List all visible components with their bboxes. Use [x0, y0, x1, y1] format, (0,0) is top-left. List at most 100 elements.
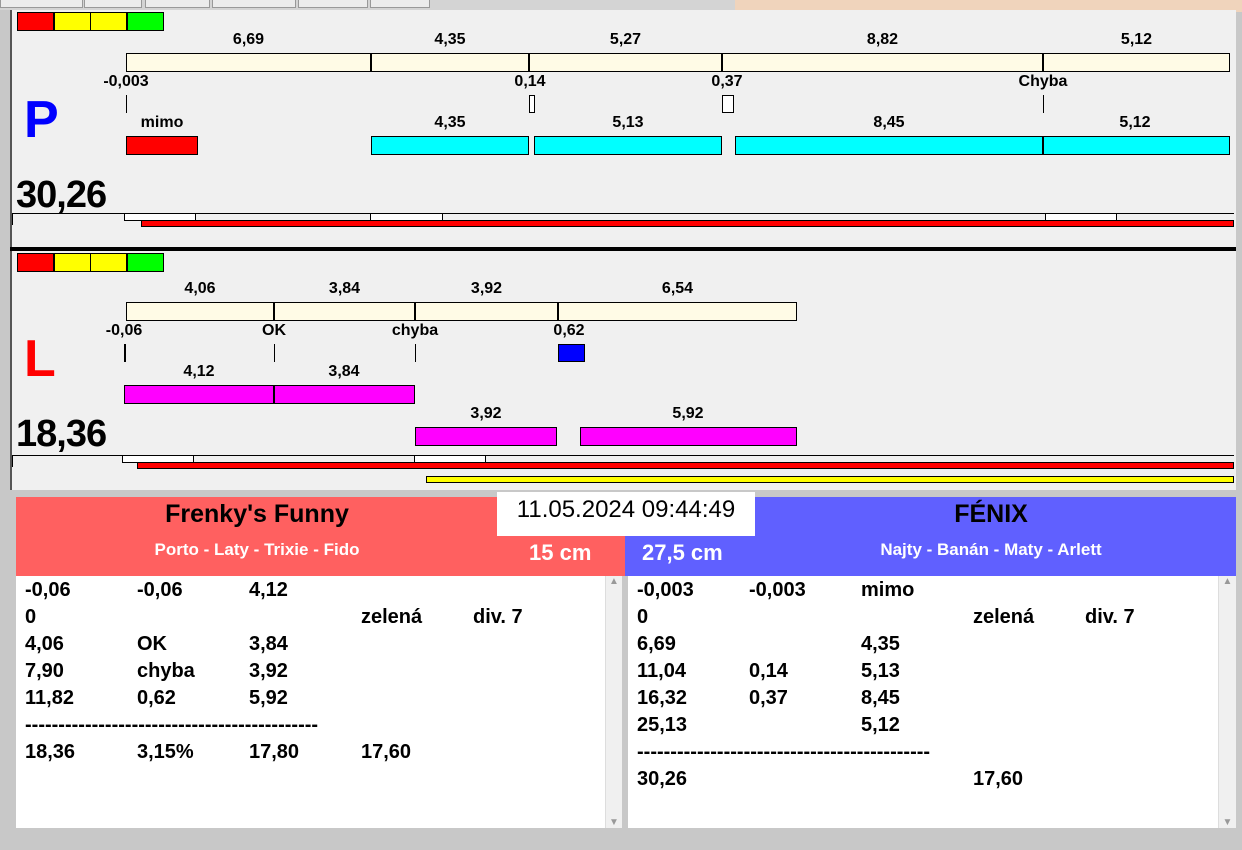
- result-cell: 16,32: [637, 687, 688, 709]
- result-cell: -0,06: [25, 579, 71, 601]
- result-cell: -0,003: [637, 579, 694, 601]
- left-team-height: 15 cm: [529, 540, 592, 565]
- result-bar: [126, 136, 198, 155]
- result-label: 3,84: [328, 363, 360, 380]
- tab[interactable]: [212, 0, 296, 8]
- scroll-up-icon[interactable]: ▲: [606, 576, 622, 587]
- time-segment: [126, 302, 274, 321]
- status-light-green: [126, 253, 164, 272]
- result-cell: div. 7: [1085, 606, 1135, 628]
- result-bar: [1043, 136, 1230, 155]
- left-team-name: Frenky's Funny: [165, 500, 349, 528]
- right-scrollbar[interactable]: ▲ ▼: [1218, 576, 1236, 828]
- result-row: 11,82 0,62 5,92: [25, 687, 585, 711]
- tab[interactable]: [370, 0, 430, 8]
- result-cell: 30,26: [637, 768, 688, 790]
- result-cell: 8,45: [861, 687, 900, 709]
- result-cell: 0,62: [137, 687, 176, 709]
- result-label: 3,92: [470, 405, 502, 422]
- scroll-up-icon[interactable]: ▲: [1219, 576, 1236, 587]
- result-row: 4,06 OK 3,84: [25, 633, 585, 657]
- result-cell: 4,12: [249, 579, 288, 601]
- marker-label: 0,37: [711, 73, 743, 90]
- result-cell: 17,80: [249, 741, 300, 763]
- result-cell: 6,69: [637, 633, 676, 655]
- result-row: 11,04 0,14 5,13: [637, 660, 1197, 684]
- result-cell: ----------------------------------------…: [637, 741, 931, 763]
- segment-label: 3,84: [328, 280, 361, 297]
- tab[interactable]: [0, 0, 83, 8]
- result-label: 5,12: [1119, 114, 1151, 131]
- result-cell: zelená: [973, 606, 1035, 628]
- total-time: 30,26: [16, 174, 107, 216]
- result-row: 30,26 17,60: [637, 768, 1197, 792]
- result-row: 18,36 3,15% 17,80 17,60: [25, 741, 585, 765]
- result-label: 4,35: [434, 114, 466, 131]
- segment-label: 8,82: [866, 31, 899, 48]
- marker-box: [722, 95, 734, 113]
- result-cell: -0,06: [137, 579, 183, 601]
- segment-label: 4,35: [434, 31, 466, 48]
- result-row: 16,32 0,37 8,45: [637, 687, 1197, 711]
- status-light-red: [17, 253, 54, 272]
- marker-label: -0,06: [105, 322, 143, 339]
- left-scrollbar[interactable]: ▲ ▼: [605, 576, 622, 828]
- result-label: 8,45: [873, 114, 905, 131]
- status-light-yellow: [90, 12, 127, 31]
- status-light-yellow: [90, 253, 127, 272]
- time-segment: [415, 302, 558, 321]
- total-time: 18,36: [16, 413, 107, 455]
- result-cell: 17,60: [973, 768, 1024, 790]
- result-cell: 0: [637, 606, 649, 628]
- marker-box: [558, 344, 585, 362]
- result-cell: 7,90: [25, 660, 64, 682]
- datetime: 11.05.2024 09:44:49: [497, 492, 755, 536]
- progress-line: [141, 220, 1234, 227]
- result-cell: 5,92: [249, 687, 288, 709]
- result-cell: 4,06: [25, 633, 64, 655]
- result-row: ----------------------------------------…: [637, 741, 1197, 765]
- result-cell: 0: [25, 606, 37, 628]
- result-cell: 3,84: [249, 633, 288, 655]
- result-cell: 3,15%: [137, 741, 194, 763]
- tab[interactable]: [145, 0, 210, 8]
- result-bar: [415, 427, 557, 446]
- result-bar: [580, 427, 797, 446]
- marker-box: [529, 95, 535, 113]
- status-light-yellow: [53, 12, 91, 31]
- result-cell: 11,04: [637, 660, 686, 682]
- time-segment: [274, 302, 415, 321]
- marker-tick: [274, 344, 275, 362]
- result-cell: 17,60: [361, 741, 412, 763]
- tab[interactable]: [84, 0, 142, 8]
- right-team-dogs: Najty - Banán - Maty - Arlett: [880, 540, 1102, 559]
- scroll-down-icon[interactable]: ▼: [606, 817, 622, 828]
- result-cell: 0,37: [749, 687, 788, 709]
- result-cell: 11,82: [25, 687, 74, 709]
- result-row: 6,69 4,35: [637, 633, 1197, 657]
- marker-tick: [126, 95, 127, 113]
- result-cell: ----------------------------------------…: [25, 714, 319, 736]
- marker-label: Chyba: [1018, 73, 1068, 90]
- tab[interactable]: [298, 0, 368, 8]
- scroll-down-icon[interactable]: ▼: [1219, 817, 1236, 828]
- result-bar: [274, 385, 415, 404]
- result-row: -0,06 -0,06 4,12: [25, 579, 585, 603]
- marker-label: chyba: [391, 322, 439, 339]
- time-segment: [558, 302, 797, 321]
- result-bar: [124, 385, 274, 404]
- result-row: 25,13 5,12: [637, 714, 1197, 738]
- result-row: -0,003 -0,003 mimo: [637, 579, 1197, 603]
- baseline-tick: [12, 455, 13, 467]
- result-cell: zelená: [361, 606, 423, 628]
- result-bar: [735, 136, 1043, 155]
- result-cell: 18,36: [25, 741, 76, 763]
- lane-letter: P: [24, 91, 59, 149]
- result-cell: mimo: [861, 579, 915, 601]
- result-row: ----------------------------------------…: [25, 714, 585, 738]
- right-team-name: FÉNIX: [954, 500, 1028, 528]
- baseline: [12, 455, 1234, 456]
- result-cell: chyba: [137, 660, 195, 682]
- result-label: mimo: [140, 114, 184, 131]
- result-cell: 5,13: [861, 660, 900, 682]
